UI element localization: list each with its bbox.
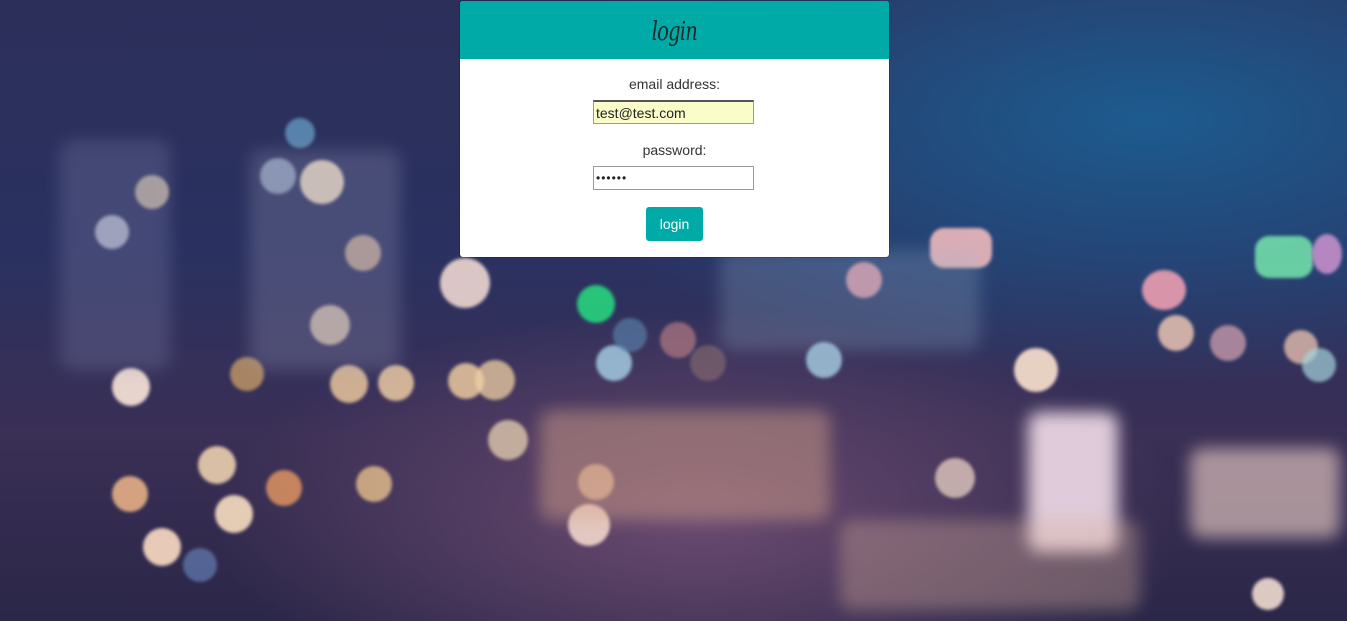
bokeh-light <box>356 466 392 502</box>
bokeh-light <box>266 470 302 506</box>
login-card-title: login <box>651 17 698 47</box>
email-field[interactable] <box>593 100 754 124</box>
bokeh-light <box>285 118 315 148</box>
city-glow <box>1190 448 1340 538</box>
city-glow <box>250 150 400 370</box>
bokeh-light <box>112 368 150 406</box>
bokeh-light <box>112 476 148 512</box>
bokeh-light <box>440 258 490 308</box>
bokeh-light <box>1302 348 1336 382</box>
bokeh-light <box>488 420 528 460</box>
bokeh-light <box>475 360 515 400</box>
bokeh-light <box>143 528 181 566</box>
login-card: login email address: password: login <box>460 1 889 257</box>
city-glow <box>540 410 830 520</box>
bokeh-light <box>330 365 368 403</box>
bokeh-light <box>690 345 726 381</box>
login-button[interactable]: login <box>646 207 703 241</box>
bokeh-light <box>215 495 253 533</box>
password-label: password: <box>642 142 707 158</box>
bokeh-light <box>1312 234 1342 274</box>
bokeh-light <box>198 446 236 484</box>
password-field[interactable] <box>593 166 754 190</box>
bokeh-light <box>1252 578 1284 610</box>
bokeh-light <box>577 285 615 323</box>
bokeh-light <box>613 318 647 352</box>
bokeh-light <box>378 365 414 401</box>
bokeh-light <box>1210 325 1246 361</box>
bokeh-light <box>1014 348 1058 392</box>
city-glow <box>840 520 1140 610</box>
bokeh-light <box>1255 236 1313 278</box>
email-label: email address: <box>628 76 721 92</box>
bokeh-light <box>1142 270 1186 310</box>
bokeh-light <box>1158 315 1194 351</box>
bokeh-light <box>660 322 696 358</box>
city-glow <box>720 250 980 350</box>
login-card-header: login <box>460 1 889 59</box>
bokeh-light <box>935 458 975 498</box>
city-glow <box>60 140 170 370</box>
bokeh-light <box>183 548 217 582</box>
